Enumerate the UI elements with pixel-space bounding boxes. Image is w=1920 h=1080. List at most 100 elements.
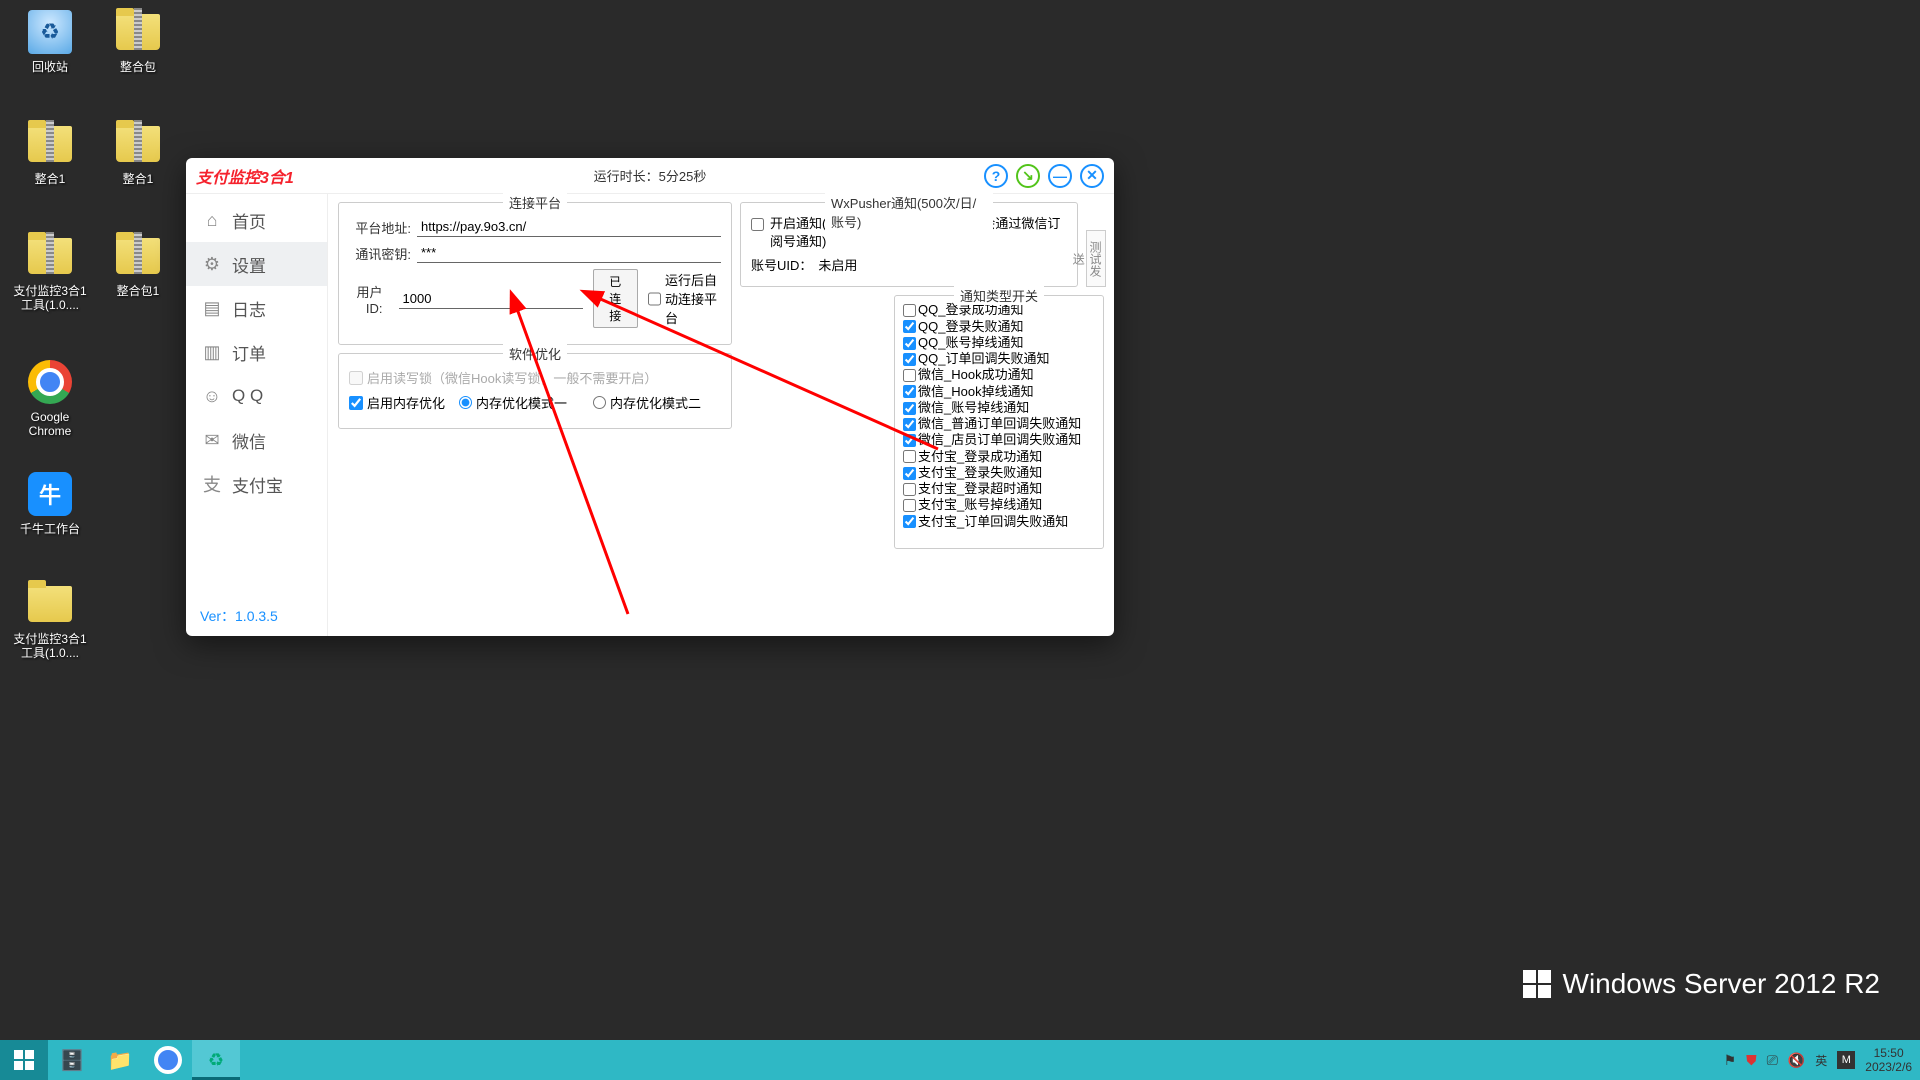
ime-mode[interactable]: M [1837, 1051, 1855, 1069]
tray-flag-icon[interactable]: ⚑ [1724, 1052, 1737, 1069]
notif-label: 支付宝_登录超时通知 [918, 481, 1042, 497]
version-label: Ver：1.0.3.5 [186, 596, 327, 636]
wxpusher-group: WxPusher通知(500次/日/账号) 开启通知(回调失败或账号掉线等情况会… [740, 202, 1078, 287]
notif-label: 微信_Hook成功通知 [918, 367, 1034, 383]
notif-item[interactable]: QQ_账号掉线通知 [901, 335, 1097, 351]
notif-checkbox[interactable] [903, 434, 916, 447]
tray-volume-icon[interactable]: 🔇 [1788, 1052, 1805, 1069]
desktop-icon-folder[interactable]: 支付监控3合1工具(1.0.... [12, 580, 88, 661]
notif-checkbox[interactable] [903, 467, 916, 480]
test-send-button[interactable]: 测试发送 [1086, 230, 1106, 287]
help-button[interactable]: ? [984, 164, 1008, 188]
group-title: WxPusher通知(500次/日/账号) [825, 193, 993, 231]
nav-orders[interactable]: ▥订单 [186, 330, 327, 374]
notif-item[interactable]: QQ_登录失败通知 [901, 319, 1097, 335]
notif-checkbox[interactable] [903, 450, 916, 463]
group-title: 软件优化 [503, 344, 567, 363]
taskbar-server-manager[interactable]: 🗄️ [48, 1040, 96, 1080]
folder-icon [116, 238, 160, 274]
wx-enable-checkbox[interactable] [751, 218, 764, 231]
tray-network-icon[interactable]: ⎚ [1767, 1052, 1778, 1069]
home-icon: ⌂ [202, 210, 222, 231]
group-title: 通知类型开关 [954, 286, 1044, 305]
notif-checkbox[interactable] [903, 402, 916, 415]
taskbar: 🗄️ 📁 ♻ ⚑ ⛊ ⎚ 🔇 英 M 15:50 2023/2/6 [0, 1040, 1920, 1080]
desktop-icon-folder[interactable]: 支付监控3合1工具(1.0.... [12, 232, 88, 313]
uid-input[interactable] [399, 289, 583, 309]
notif-item[interactable]: 微信_普通订单回调失败通知 [901, 416, 1097, 432]
taskbar-clock[interactable]: 15:50 2023/2/6 [1865, 1046, 1912, 1075]
rwlock-checkbox [349, 371, 363, 385]
runtime-label: 运行时长：5分25秒 [594, 166, 707, 185]
notif-checkbox[interactable] [903, 499, 916, 512]
app-window: 支付监控3合1 运行时长：5分25秒 ? ↘ — ✕ ⌂首页 ⚙设置 ▤日志 ▥… [186, 158, 1114, 636]
watermark-text: Windows Server 2012 R2 [1563, 968, 1880, 1000]
os-watermark: Windows Server 2012 R2 [1523, 968, 1880, 1000]
tray-shield-icon[interactable]: ⛊ [1746, 1052, 1757, 1069]
taskbar-chrome[interactable] [144, 1040, 192, 1080]
notif-list[interactable]: QQ_登录成功通知QQ_登录失败通知QQ_账号掉线通知QQ_订单回调失败通知微信… [901, 302, 1097, 542]
notif-checkbox[interactable] [903, 353, 916, 366]
notif-checkbox[interactable] [903, 418, 916, 431]
notif-item[interactable]: QQ_订单回调失败通知 [901, 351, 1097, 367]
start-button[interactable] [0, 1040, 48, 1080]
desktop-icon-folder[interactable]: 整合1 [100, 120, 176, 186]
notif-item[interactable]: 支付宝_登录失败通知 [901, 465, 1097, 481]
nav-label: 订单 [232, 340, 266, 365]
notif-item[interactable]: 微信_账号掉线通知 [901, 400, 1097, 416]
addr-input[interactable] [417, 217, 721, 237]
nav-settings[interactable]: ⚙设置 [186, 242, 327, 286]
icon-label: 整合1 [12, 172, 88, 186]
nav-qq[interactable]: ☺Q Q [186, 374, 327, 418]
notif-label: QQ_账号掉线通知 [918, 335, 1023, 351]
mem-enable-checkbox[interactable] [349, 396, 363, 410]
icon-label: Google Chrome [12, 410, 88, 439]
nav-log[interactable]: ▤日志 [186, 286, 327, 330]
time-text: 15:50 [1865, 1046, 1912, 1060]
desktop-icon-recycle-bin[interactable]: 回收站 [12, 8, 88, 74]
addr-label: 平台地址: [349, 218, 411, 237]
auto-connect-label: 运行后自动连接平台 [665, 270, 721, 327]
notif-item[interactable]: 微信_店员订单回调失败通知 [901, 432, 1097, 448]
desktop-icon-chrome[interactable]: Google Chrome [12, 358, 88, 439]
notif-checkbox[interactable] [903, 385, 916, 398]
mem-mode2-radio[interactable] [593, 396, 606, 409]
mem-mode1-radio[interactable] [459, 396, 472, 409]
desktop-icon-qianniu[interactable]: 牛 千牛工作台 [12, 470, 88, 536]
taskbar-app[interactable]: ♻ [192, 1040, 240, 1080]
connect-button[interactable]: 已连接 [593, 269, 638, 328]
folder-icon [28, 238, 72, 274]
minimize-button[interactable]: — [1048, 164, 1072, 188]
auto-connect-checkbox[interactable] [648, 292, 661, 306]
notif-checkbox[interactable] [903, 320, 916, 333]
ime-lang[interactable]: 英 [1815, 1052, 1827, 1069]
close-button[interactable]: ✕ [1080, 164, 1104, 188]
notif-label: 微信_普通订单回调失败通知 [918, 416, 1081, 432]
desktop-icon-folder[interactable]: 整合包1 [100, 232, 176, 298]
key-input[interactable] [417, 243, 721, 263]
notif-checkbox[interactable] [903, 304, 916, 317]
title-bar[interactable]: 支付监控3合1 运行时长：5分25秒 ? ↘ — ✕ [186, 158, 1114, 194]
nav-home[interactable]: ⌂首页 [186, 198, 327, 242]
log-icon: ▤ [202, 298, 222, 319]
recycle-bin-icon [28, 10, 72, 54]
nav-alipay[interactable]: 支支付宝 [186, 462, 327, 506]
nav-wechat[interactable]: ✉微信 [186, 418, 327, 462]
desktop-icon-folder[interactable]: 整合1 [12, 120, 88, 186]
desktop-icon-folder[interactable]: 整合包 [100, 8, 176, 74]
wx-uid-value: 未启用 [818, 255, 857, 274]
notif-checkbox[interactable] [903, 337, 916, 350]
notif-item[interactable]: 微信_Hook成功通知 [901, 367, 1097, 383]
alipay-icon: 支 [202, 471, 222, 497]
folder-icon [116, 126, 160, 162]
notif-checkbox[interactable] [903, 369, 916, 382]
notif-item[interactable]: 支付宝_登录超时通知 [901, 481, 1097, 497]
tray-button[interactable]: ↘ [1016, 164, 1040, 188]
notif-checkbox[interactable] [903, 483, 916, 496]
notif-checkbox[interactable] [903, 515, 916, 528]
notif-item[interactable]: 支付宝_账号掉线通知 [901, 497, 1097, 513]
notif-item[interactable]: 支付宝_登录成功通知 [901, 449, 1097, 465]
notif-item[interactable]: 支付宝_订单回调失败通知 [901, 514, 1097, 530]
notif-item[interactable]: 微信_Hook掉线通知 [901, 384, 1097, 400]
taskbar-explorer[interactable]: 📁 [96, 1040, 144, 1080]
